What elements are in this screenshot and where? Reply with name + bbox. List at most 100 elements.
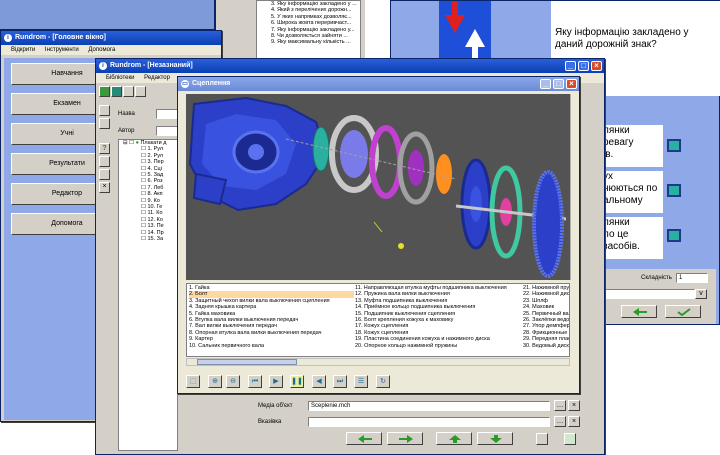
check-icon bbox=[677, 308, 691, 316]
viewport-scrollbar[interactable] bbox=[570, 94, 579, 280]
last-frame-icon[interactable]: ⏭ bbox=[333, 375, 347, 388]
posters-tree[interactable]: ⊟ ☐ ● Плакати д ☐ 1. Рул ☐ 2. Рул ☐ 3. П… bbox=[118, 139, 178, 451]
list-icon[interactable]: ☰ bbox=[354, 375, 368, 388]
down-button[interactable] bbox=[477, 432, 513, 445]
answer-3-checkbox[interactable] bbox=[667, 229, 681, 242]
new-icon[interactable] bbox=[99, 86, 110, 97]
export-icon[interactable] bbox=[564, 433, 576, 445]
legend-column-1: 1. Гайка 2. Болт 3. Защитный чехол вилки… bbox=[189, 285, 354, 349]
menu-help[interactable]: Допомога bbox=[88, 47, 115, 53]
topics-list[interactable]: 3. Яку інформацію закладено у ... 4. Яки… bbox=[256, 0, 361, 62]
app-icon: ▭ bbox=[181, 80, 189, 88]
legend-column-2: 11. Направляющая втулка муфты подшипника… bbox=[355, 285, 523, 349]
legend-item: 27. Упор демпфера bbox=[523, 323, 569, 330]
hint-clear-button[interactable]: × bbox=[568, 416, 580, 427]
app-icon: i bbox=[4, 34, 12, 42]
maximize-button[interactable]: □ bbox=[578, 61, 589, 71]
close-button[interactable]: × bbox=[591, 61, 602, 71]
editor-window-title: Rundrom - [Незазнаний] bbox=[110, 62, 193, 69]
main-window-title: Rundrom - [Головне вікно] bbox=[15, 34, 106, 41]
copy-icon[interactable] bbox=[135, 86, 146, 97]
background-window-top bbox=[0, 0, 215, 30]
menu-tools[interactable]: Інструменти bbox=[45, 47, 79, 53]
zoom-in-icon[interactable]: ⊕ bbox=[208, 375, 222, 388]
arrow-up-icon bbox=[449, 435, 461, 443]
tree-item[interactable]: ☐ 15. За bbox=[141, 236, 177, 242]
arrows-icon bbox=[445, 1, 485, 63]
back-button[interactable] bbox=[346, 432, 382, 445]
minimize-button[interactable]: _ bbox=[565, 61, 576, 71]
question-icon[interactable]: ? bbox=[99, 143, 110, 154]
hint-label: Вказівка bbox=[258, 419, 282, 425]
name-label: Назва bbox=[118, 111, 135, 117]
first-frame-icon[interactable]: ⏮ bbox=[248, 375, 262, 388]
main-titlebar: i Rundrom - [Головне вікно] bbox=[1, 31, 221, 45]
dropdown-chevron-button[interactable]: v bbox=[695, 289, 707, 299]
scrollbar-thumb[interactable] bbox=[197, 359, 297, 365]
hint-field[interactable] bbox=[308, 417, 550, 427]
answer-3[interactable]: лянки ло це засобів. bbox=[601, 217, 663, 259]
tool-icon[interactable] bbox=[99, 105, 110, 116]
browse-button[interactable]: … bbox=[554, 400, 566, 411]
parts-legend: 1. Гайка 2. Болт 3. Защитный чехол вилки… bbox=[186, 283, 570, 357]
save-icon[interactable] bbox=[111, 86, 122, 97]
answer-1-checkbox[interactable] bbox=[667, 139, 681, 152]
viewer-window-title: Сцеплення bbox=[192, 80, 231, 87]
road-sign-image bbox=[439, 1, 491, 63]
answer-1[interactable]: лянки ревагу ів. bbox=[601, 125, 663, 167]
clear-button[interactable]: × bbox=[568, 400, 580, 411]
arrow-left-icon bbox=[358, 435, 372, 443]
question-text: Яку інформацію закладено у даний дорожні… bbox=[555, 27, 689, 50]
viewer-maximize-button[interactable]: □ bbox=[553, 79, 564, 89]
step-back-icon[interactable]: ◀ bbox=[312, 375, 326, 388]
play-icon[interactable]: ▶ bbox=[269, 375, 283, 388]
3d-viewport[interactable] bbox=[186, 94, 570, 280]
viewer-minimize-button[interactable]: _ bbox=[540, 79, 551, 89]
menu-libraries[interactable]: Бібліотеки bbox=[106, 75, 134, 81]
enter-arrow-icon bbox=[633, 308, 647, 316]
list-item[interactable]: 9. Яку максимальну кількість ... bbox=[271, 39, 360, 45]
complexity-field[interactable]: 1 bbox=[676, 273, 708, 283]
app-icon: i bbox=[99, 62, 107, 70]
document-icon[interactable] bbox=[536, 433, 548, 445]
answer-2[interactable]: ух нюються по альному bbox=[601, 171, 663, 213]
legend-item: 29. Передняя пласт bbox=[523, 336, 569, 343]
topics-window: 3. Яку інформацію закладено у ... 4. Яки… bbox=[215, 0, 365, 62]
answer-enter-button[interactable] bbox=[621, 305, 657, 318]
up-button[interactable] bbox=[436, 432, 472, 445]
arrow-down-icon bbox=[490, 435, 502, 443]
viewer-close-button[interactable]: × bbox=[566, 79, 577, 89]
legend-item: 30. Ведомый диск bbox=[523, 342, 569, 349]
menu-editor[interactable]: Редактор bbox=[144, 75, 170, 81]
legend-scrollbar[interactable] bbox=[186, 358, 570, 366]
list-item[interactable]: 4. Який з перелічених дорожн... bbox=[271, 7, 360, 13]
editor-titlebar: i Rundrom - [Незазнаний] _ □ × bbox=[96, 59, 604, 73]
viewer-window: ▭ Сцеплення _ □ × 1. Гайка 2. Болт 3. За… bbox=[177, 76, 580, 394]
legend-item: 10. Сальник первичного вала bbox=[189, 342, 265, 349]
answer-confirm-button[interactable] bbox=[665, 305, 701, 318]
legend-column-3: 21. Нажимной пруж 22. Нажимной диск 23. … bbox=[523, 285, 569, 349]
complexity-label: Складність bbox=[641, 275, 672, 281]
forward-button[interactable] bbox=[387, 432, 423, 445]
menu-open[interactable]: Відкрити bbox=[11, 47, 35, 53]
legend-item: 20. Опорное кольцо нажимной пружины bbox=[355, 342, 458, 349]
zoom-out-icon[interactable]: ⊖ bbox=[226, 375, 240, 388]
media-object-label: Медіа об'єкт bbox=[258, 403, 293, 409]
list-item[interactable]: 6. Широка жовта переривчаст... bbox=[271, 20, 360, 26]
clutch-assembly-image bbox=[188, 96, 567, 278]
author-label: Автор bbox=[118, 128, 135, 134]
pointer-icon[interactable]: ⬚ bbox=[186, 375, 200, 388]
viewer-titlebar: ▭ Сцеплення _ □ × bbox=[178, 77, 579, 91]
refresh-icon[interactable]: ↻ bbox=[376, 375, 390, 388]
main-menubar: Відкрити Інструменти Допомога bbox=[1, 45, 221, 55]
pause-icon[interactable]: ❚❚ bbox=[290, 375, 304, 388]
media-object-field[interactable]: Sceplenie.mch bbox=[308, 401, 550, 411]
delete-icon[interactable] bbox=[123, 86, 134, 97]
legend-item: 22. Нажимной диск bbox=[523, 291, 569, 298]
answer-2-checkbox[interactable] bbox=[667, 184, 681, 197]
remove-icon[interactable]: × bbox=[99, 182, 110, 193]
edit-icon[interactable] bbox=[99, 156, 110, 167]
pencil-icon[interactable] bbox=[99, 169, 110, 180]
tool-icon[interactable] bbox=[99, 118, 110, 129]
hint-browse-button[interactable]: … bbox=[554, 416, 566, 427]
